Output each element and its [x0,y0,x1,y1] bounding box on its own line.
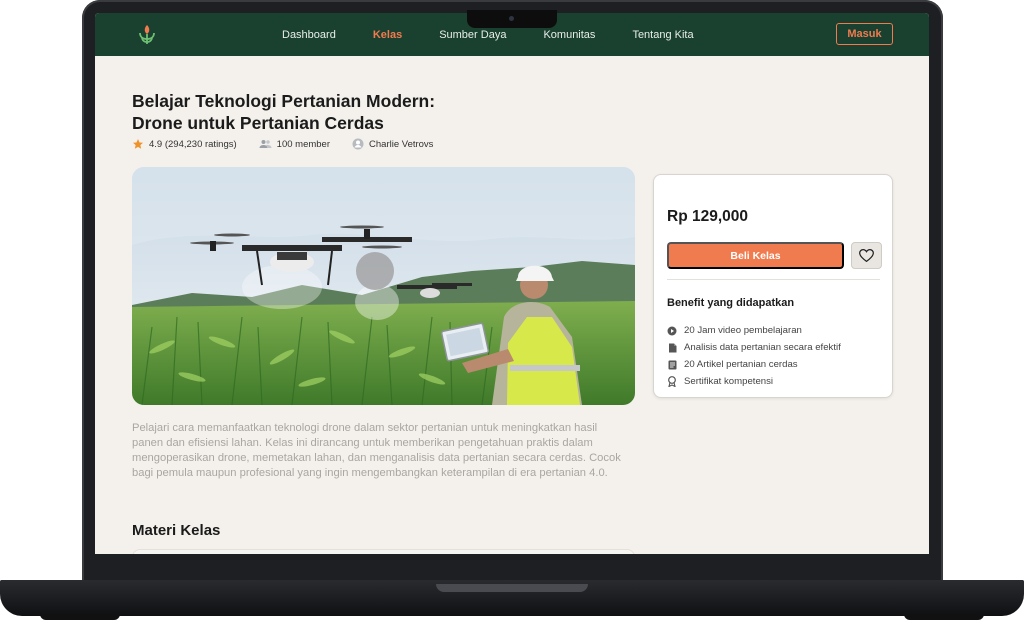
article-icon [667,360,677,370]
author: Charlie Vetrovs [352,138,433,150]
wishlist-button[interactable] [851,242,882,269]
benefit-label: Analisis data pertanian secara efektif [684,342,841,353]
play-icon [667,326,677,336]
purchase-card: Rp 129,000 Beli Kelas Benefit yang didap… [653,174,893,398]
certificate-icon [667,376,677,387]
camera-notch [467,10,557,28]
nav-link-dashboard[interactable]: Dashboard [282,29,336,41]
materi-list-container [132,549,635,554]
heart-icon [859,249,874,262]
price: Rp 129,000 [667,208,748,225]
drone-field-illustration [132,167,635,405]
camera-icon [509,16,514,21]
benefit-label: Sertifikat kompetensi [684,376,774,387]
benefit-label: 20 Jam video pembelajaran [684,325,802,336]
course-meta: 4.9 (294,230 ratings) 100 member Charlie… [132,138,455,150]
star-icon [133,139,143,149]
benefit-item: Analisis data pertanian secara efektif [667,339,841,356]
laptop-foot-left [40,614,120,620]
members-text: 100 member [276,138,331,150]
card-divider [667,279,880,280]
nav-link-tentang-kita[interactable]: Tentang Kita [632,29,693,41]
course-title-line-2: Drone untuk Pertanian Cerdas [132,113,384,133]
benefit-item: 20 Jam video pembelajaran [667,322,841,339]
benefit-title: Benefit yang didapatkan [667,297,795,309]
laptop-base-groove [436,584,588,592]
course-title-line-1: Belajar Teknologi Pertanian Modern: [132,91,436,111]
document-icon [667,343,677,353]
nav-link-kelas[interactable]: Kelas [373,29,402,41]
benefit-list: 20 Jam video pembelajaran Analisis data … [667,322,841,390]
course-description: Pelajari cara memanfaatkan teknologi dro… [132,422,621,479]
author-name: Charlie Vetrovs [369,138,434,150]
benefit-item: 20 Artikel pertanian cerdas [667,356,841,373]
user-icon [352,138,364,150]
section-title-materi: Materi Kelas [132,522,221,539]
login-button[interactable]: Masuk [836,23,893,45]
benefit-item: Sertifikat kompetensi [667,373,841,390]
laptop-foot-right [904,614,984,620]
logo-icon[interactable] [137,23,157,45]
members: 100 member [259,138,330,150]
rating-text: 4.9 (294,230 ratings) [149,138,237,150]
users-icon [259,140,272,148]
buy-course-button[interactable]: Beli Kelas [667,242,844,269]
nav-link-sumber-daya[interactable]: Sumber Daya [439,29,506,41]
course-hero-image [132,167,635,405]
screen: Dashboard Kelas Sumber Daya Komunitas Te… [95,13,929,554]
benefit-label: 20 Artikel pertanian cerdas [684,359,798,370]
nav-link-komunitas[interactable]: Komunitas [543,29,595,41]
rating: 4.9 (294,230 ratings) [132,138,237,150]
course-title: Belajar Teknologi Pertanian Modern: Dron… [132,90,552,134]
